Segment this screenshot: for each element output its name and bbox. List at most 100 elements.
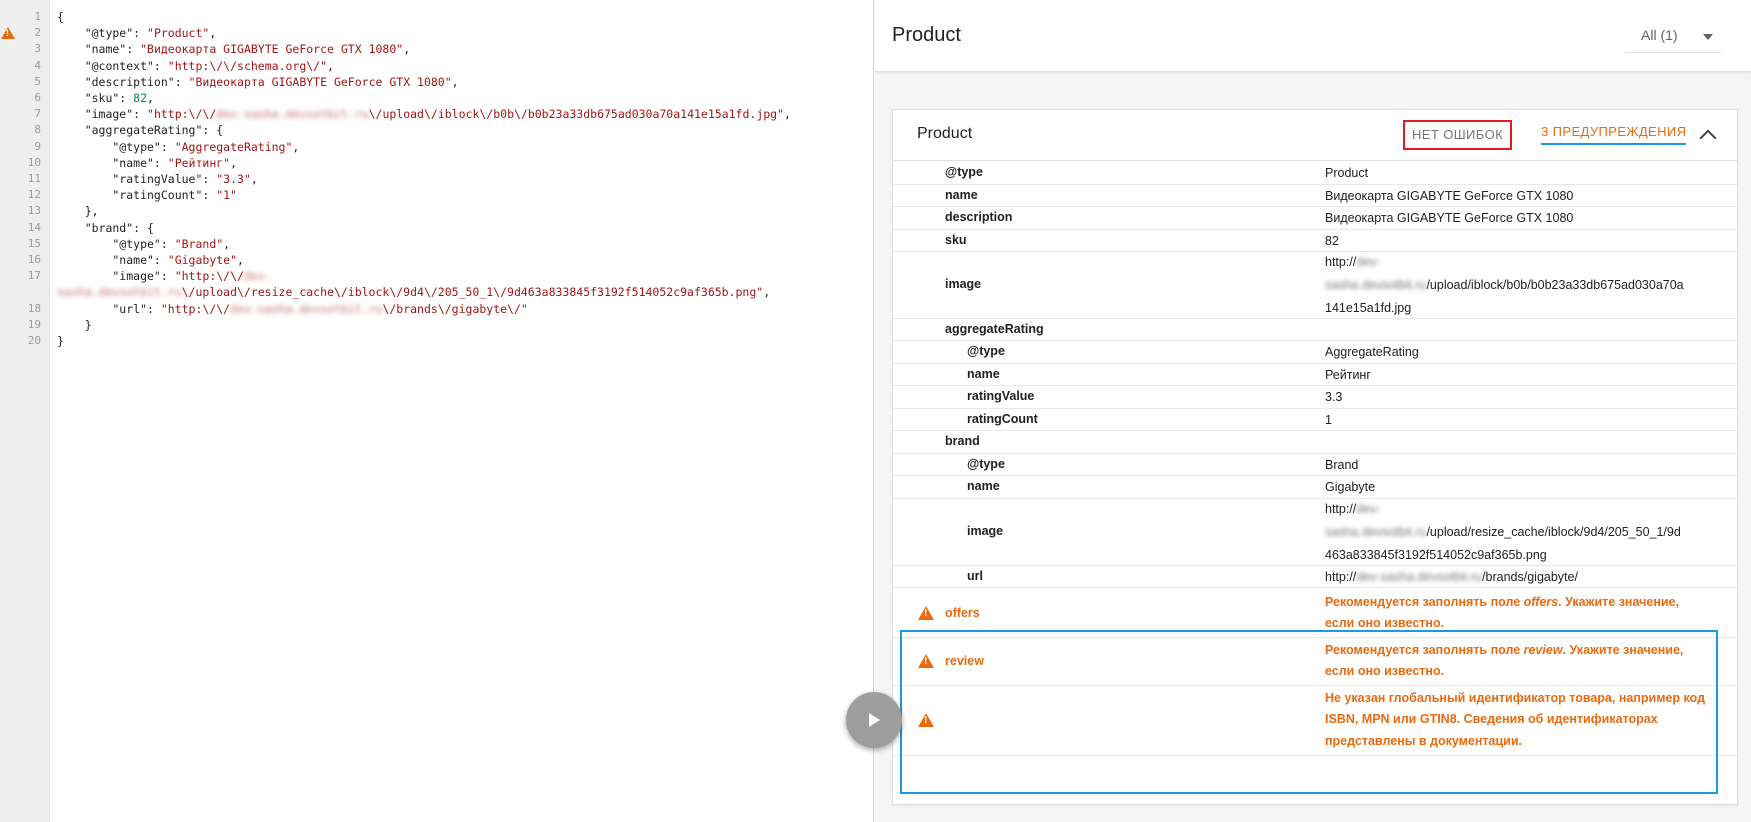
code-token: 82 bbox=[133, 91, 148, 105]
warnings-badge[interactable]: 3 ПРЕДУПРЕЖДЕНИЯ bbox=[1541, 122, 1687, 145]
code-token: dev-sasha.devsotbit.ru bbox=[216, 107, 369, 122]
collapse-chevron-icon[interactable] bbox=[1699, 129, 1717, 147]
warning-message: Рекомендуется заполнять поле offers. Ука… bbox=[1325, 592, 1715, 635]
code-token: "http:\/\/ bbox=[174, 269, 244, 284]
code-token: "brand": { bbox=[57, 220, 154, 235]
value-text: AggregateRating bbox=[1325, 345, 1419, 359]
code-token: } bbox=[57, 334, 64, 348]
code-token: , bbox=[147, 91, 154, 105]
code-editor[interactable]: 1{2 "@type": "Product",3 "name": "Видеок… bbox=[0, 0, 874, 822]
property-name: @type bbox=[967, 456, 1005, 471]
value-text: Видеокарта GIGABYTE GeForce GTX 1080 bbox=[1325, 188, 1574, 203]
value-text: . Укажите значение, bbox=[1558, 594, 1679, 609]
property-row: image http://dev-sasha.devsotbit.ru/uploa… bbox=[893, 251, 1737, 319]
property-name: url bbox=[967, 568, 983, 583]
property-name: description bbox=[945, 210, 1013, 224]
value-text: dev- bbox=[1356, 502, 1381, 516]
code-token: "Рейтинг" bbox=[167, 155, 231, 170]
code-token: { bbox=[57, 10, 64, 24]
property-value: Рейтинг bbox=[1325, 364, 1715, 387]
property-row: brand bbox=[893, 430, 1737, 454]
code-token: , bbox=[223, 236, 231, 251]
property-value: AggregateRating bbox=[1325, 341, 1715, 364]
value-text: 463a833845f3192f514052c9af365b.png bbox=[1325, 548, 1547, 562]
warning-property-name: review bbox=[945, 653, 984, 668]
value-text: Рейтинг bbox=[1325, 367, 1371, 382]
code-token: "http:\/\/ bbox=[160, 301, 231, 316]
warning-row[interactable]: Не указан глобальный идентификатор товар… bbox=[893, 685, 1737, 756]
value-text: Не указан глобальный идентификатор товар… bbox=[1325, 690, 1706, 705]
code-token: "3.3" bbox=[216, 172, 251, 186]
results-header: Product All (1) bbox=[875, 0, 1751, 72]
value-text: ISBN, MPN или GTIN8. Сведения об идентиф… bbox=[1325, 712, 1658, 727]
warning-message: Рекомендуется заполнять поле review. Ука… bbox=[1325, 640, 1715, 683]
warning-icon[interactable] bbox=[1, 27, 15, 40]
value-text: dev-sasha.devsotbit.ru bbox=[1356, 569, 1483, 584]
value-text: /upload/resize_cache/iblock/9d4/205_50_1… bbox=[1426, 525, 1681, 539]
property-row: aggregateRating bbox=[893, 318, 1737, 341]
code-token: , bbox=[230, 155, 238, 170]
code-token: "ratingCount": bbox=[57, 188, 217, 203]
property-name: ratingValue bbox=[967, 389, 1035, 403]
property-row: @type AggregateRating bbox=[893, 340, 1737, 364]
property-value: 1 bbox=[1325, 409, 1715, 432]
property-value: http://dev-sasha.devsotbit.ru/brands/gig… bbox=[1325, 566, 1715, 589]
property-value: http://dev-sasha.devsotbit.ru/upload/res… bbox=[1325, 498, 1715, 567]
errors-badge[interactable]: НЕТ ОШИБОК bbox=[1403, 120, 1513, 150]
value-text: Gigabyte bbox=[1325, 480, 1376, 494]
results-filter-dropdown[interactable]: All (1) bbox=[1625, 22, 1721, 53]
code-token: "image": bbox=[57, 107, 148, 122]
code-line[interactable]: 20} bbox=[0, 332, 874, 350]
warning-icon bbox=[918, 654, 934, 668]
code-text: } bbox=[57, 332, 64, 350]
run-test-button[interactable] bbox=[846, 692, 902, 748]
property-name: name bbox=[945, 187, 978, 202]
property-value: Видеокарта GIGABYTE GeForce GTX 1080 bbox=[1325, 185, 1715, 208]
property-row: url http://dev-sasha.devsotbit.ru/brands/… bbox=[893, 565, 1737, 588]
warning-row[interactable]: offersРекомендуется заполнять поле offer… bbox=[893, 589, 1737, 638]
code-token: \/brands\/gigabyte\/" bbox=[382, 301, 528, 316]
code-token: , bbox=[237, 253, 244, 267]
value-text: если оно известно. bbox=[1325, 616, 1445, 630]
property-name: @type bbox=[945, 165, 983, 179]
property-row: sku 82 bbox=[893, 229, 1737, 252]
warning-icon bbox=[918, 713, 934, 727]
code-token: "name": bbox=[57, 253, 168, 267]
line-number: 20 bbox=[27, 334, 41, 347]
code-token: "url": bbox=[57, 301, 161, 316]
property-value: Gigabyte bbox=[1325, 476, 1715, 499]
code-token: , bbox=[209, 26, 217, 41]
property-row: ratingValue 3.3 bbox=[893, 385, 1737, 409]
property-name: ratingCount bbox=[967, 411, 1038, 426]
filter-label: All (1) bbox=[1641, 27, 1678, 43]
value-text: если оно известно. bbox=[1325, 664, 1445, 678]
value-text: http:// bbox=[1325, 569, 1357, 584]
card-title: Product bbox=[917, 125, 973, 142]
property-row: ratingCount 1 bbox=[893, 408, 1737, 431]
code-token: dev- bbox=[243, 269, 272, 284]
value-text: sasha.devsotbit.ru bbox=[1325, 525, 1427, 539]
property-value: Brand bbox=[1325, 454, 1715, 477]
card-header[interactable]: Product НЕТ ОШИБОК 3 ПРЕДУПРЕЖДЕНИЯ bbox=[893, 110, 1737, 161]
value-text: /upload/iblock/b0b/b0b23a33db675ad030a70… bbox=[1426, 278, 1684, 292]
property-name: name bbox=[967, 366, 1000, 381]
value-text: http:// bbox=[1325, 255, 1357, 269]
code-token: "image": bbox=[57, 269, 175, 284]
value-text: 82 bbox=[1325, 233, 1339, 248]
play-icon bbox=[869, 713, 880, 727]
property-row: @type Product bbox=[893, 161, 1737, 185]
property-value: 3.3 bbox=[1325, 386, 1715, 409]
property-value: http://dev-sasha.devsotbit.ru/upload/ibl… bbox=[1325, 251, 1715, 320]
code-token: dev-sasha.devsotbit.ru bbox=[230, 301, 383, 316]
code-token: , bbox=[784, 107, 791, 122]
value-text: dev- bbox=[1356, 255, 1381, 269]
code-token: "http:\/\/schema.org\/" bbox=[167, 58, 328, 73]
code-token: "http:\/\/ bbox=[147, 107, 217, 122]
code-token: "Видеокарта GIGABYTE GeForce GTX 1080" bbox=[140, 42, 404, 57]
property-name: @type bbox=[967, 344, 1005, 358]
code-token: "name": bbox=[57, 42, 141, 57]
value-text: /brands/gigabyte/ bbox=[1482, 569, 1578, 584]
property-row: name Gigabyte bbox=[893, 475, 1737, 499]
warning-row[interactable]: review Рекомендуется заполнять поле revie… bbox=[893, 637, 1737, 686]
value-text: 1 bbox=[1325, 412, 1332, 427]
